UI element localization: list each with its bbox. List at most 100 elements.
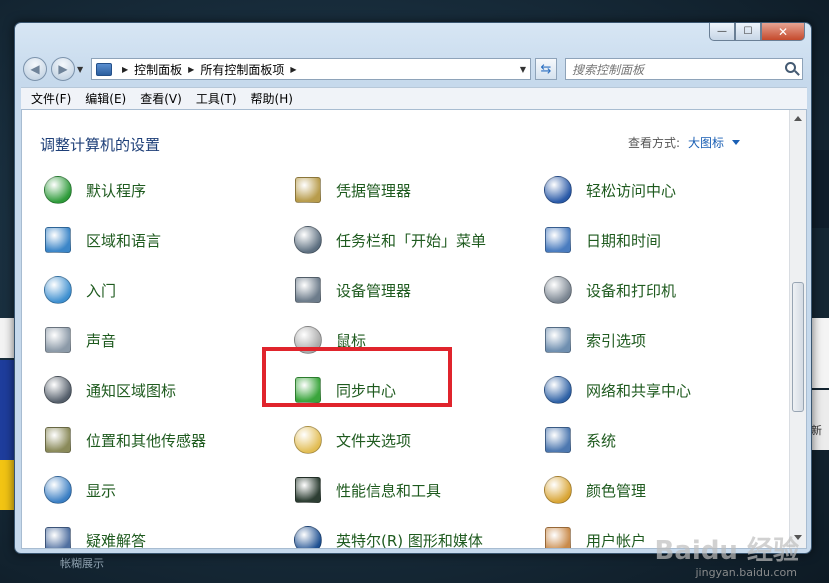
cp-item-label: 声音 [86,331,117,350]
menu-bar: 文件(F) 编辑(E) 查看(V) 工具(T) 帮助(H) [21,87,807,109]
cp-item-device-manager[interactable]: 设备管理器 [292,270,411,310]
intel-graphics-icon [292,524,324,548]
menu-view[interactable]: 查看(V) [140,90,182,107]
cp-item-date-time[interactable]: 日期和时间 [542,220,661,260]
notification-area-icon [42,374,74,406]
cp-item-default-programs[interactable]: 默认程序 [42,170,146,210]
search-box[interactable] [565,58,803,80]
scroll-thumb[interactable] [792,282,804,412]
highlight-box [262,347,452,407]
maximize-button[interactable]: ☐ [735,23,761,41]
view-by-dropdown[interactable]: 大图标 [688,134,724,151]
cp-item-notification-area[interactable]: 通知区域图标 [42,370,176,410]
device-manager-icon [292,274,324,306]
cp-item-performance-tools[interactable]: 性能信息和工具 [292,470,441,510]
cp-item-system[interactable]: 系统 [542,420,616,460]
network-sharing-icon [542,374,574,406]
user-accounts-icon [542,524,574,548]
cp-item-folder-options[interactable]: 文件夹选项 [292,420,411,460]
breadcrumb-control-panel[interactable]: 控制面板 [134,61,182,78]
refresh-icon: ⇆ [540,61,552,77]
cp-item-location-sensors[interactable]: 位置和其他传感器 [42,420,206,460]
scroll-up-icon[interactable] [794,116,802,121]
desktop-peek-left [0,318,14,358]
cp-item-taskbar-start[interactable]: 任务栏和「开始」菜单 [292,220,486,260]
cp-item-ease-of-access[interactable]: 轻松访问中心 [542,170,676,210]
address-dropdown-icon[interactable]: ▼ [520,65,526,74]
arrow-left-icon: ◀ [30,62,40,76]
desktop-peek-left-blue [0,360,14,460]
cp-item-label: 系统 [586,431,617,450]
cp-item-label: 凭据管理器 [336,181,412,200]
menu-file[interactable]: 文件(F) [31,90,71,107]
cp-item-label: 性能信息和工具 [336,481,442,500]
cp-item-intel-graphics[interactable]: 英特尔(R) 图形和媒体 [292,520,483,549]
cp-item-label: 轻松访问中心 [586,181,677,200]
folder-options-icon [292,424,324,456]
system-icon [542,424,574,456]
minimize-button[interactable]: — [709,23,735,41]
cp-item-display[interactable]: 显示 [42,470,116,510]
breadcrumb-all-items[interactable]: 所有控制面板项 [200,61,284,78]
cp-item-label: 设备管理器 [336,281,412,300]
cp-item-devices-printers[interactable]: 设备和打印机 [542,270,676,310]
region-language-icon [42,224,74,256]
vertical-scrollbar[interactable] [789,110,806,548]
close-button[interactable]: ✕ [761,23,805,41]
refresh-button[interactable]: ⇆ [535,58,557,80]
cp-item-region-language[interactable]: 区域和语言 [42,220,161,260]
cp-item-label: 设备和打印机 [586,281,677,300]
menu-edit[interactable]: 编辑(E) [85,90,126,107]
cp-item-label: 默认程序 [86,181,147,200]
cp-item-label: 显示 [86,481,117,500]
breadcrumb-separator-icon[interactable]: ▶ [188,65,194,74]
cp-item-label: 任务栏和「开始」菜单 [336,231,487,250]
desktop-peek-right-white [811,318,829,388]
breadcrumb-separator-icon[interactable]: ▶ [122,65,128,74]
color-management-icon [542,474,574,506]
troubleshooting-icon [42,524,74,548]
cp-item-label: 疑难解答 [86,531,147,549]
cp-item-user-accounts[interactable]: 用户帐户 [542,520,647,549]
cp-item-troubleshooting[interactable]: 疑难解答 [42,520,147,549]
arrow-right-icon: ▶ [58,62,68,76]
cp-item-label: 英特尔(R) 图形和媒体 [336,531,483,549]
search-icon[interactable] [785,62,796,73]
search-input[interactable] [566,60,776,80]
view-by: 查看方式: 大图标 [628,134,740,151]
location-sensors-icon [42,424,74,456]
cp-item-credential-manager[interactable]: 凭据管理器 [292,170,411,210]
back-button[interactable]: ◀ [23,57,47,81]
display-icon [42,474,74,506]
cp-item-network-sharing[interactable]: 网络和共享中心 [542,370,691,410]
control-panel-icon [96,62,112,76]
default-programs-icon [42,174,74,206]
desktop-peek-left-yellow [0,460,14,510]
desktop-peek-right-dark [811,150,829,228]
cp-item-sound[interactable]: 声音 [42,320,116,360]
view-by-label: 查看方式: [627,136,680,150]
cp-item-label: 位置和其他传感器 [86,431,207,450]
cp-item-label: 入门 [86,281,117,300]
cp-item-getting-started[interactable]: 入门 [42,270,116,310]
recent-pages-dropdown-icon[interactable]: ▼ [77,65,83,74]
cp-item-label: 颜色管理 [586,481,647,500]
sound-icon [42,324,74,356]
breadcrumb-separator-icon[interactable]: ▶ [290,65,296,74]
menu-help[interactable]: 帮助(H) [251,90,293,107]
indexing-options-icon [542,324,574,356]
devices-printers-icon [542,274,574,306]
cp-item-label: 日期和时间 [586,231,662,250]
forward-button[interactable]: ▶ [51,57,75,81]
cp-item-color-management[interactable]: 颜色管理 [542,470,646,510]
address-bar[interactable]: ▶ 控制面板 ▶ 所有控制面板项 ▶ ▼ [91,58,531,80]
date-time-icon [542,224,574,256]
control-panel-window: — ☐ ✕ ◀ ▶ ▼ ▶ 控制面板 ▶ 所有控制面板项 ▶ ▼ ⇆ 文件(F)… [14,22,812,554]
cp-item-label: 用户帐户 [586,531,647,549]
cp-item-indexing-options[interactable]: 索引选项 [542,320,646,360]
menu-tools[interactable]: 工具(T) [196,90,237,107]
taskbar-start-icon [292,224,324,256]
chevron-down-icon[interactable] [732,140,740,145]
content-pane: 调整计算机的设置 查看方式: 大图标 默认程序 凭据管理器 轻松访问中心 区域和语言 任… [21,109,807,549]
performance-tools-icon [292,474,324,506]
